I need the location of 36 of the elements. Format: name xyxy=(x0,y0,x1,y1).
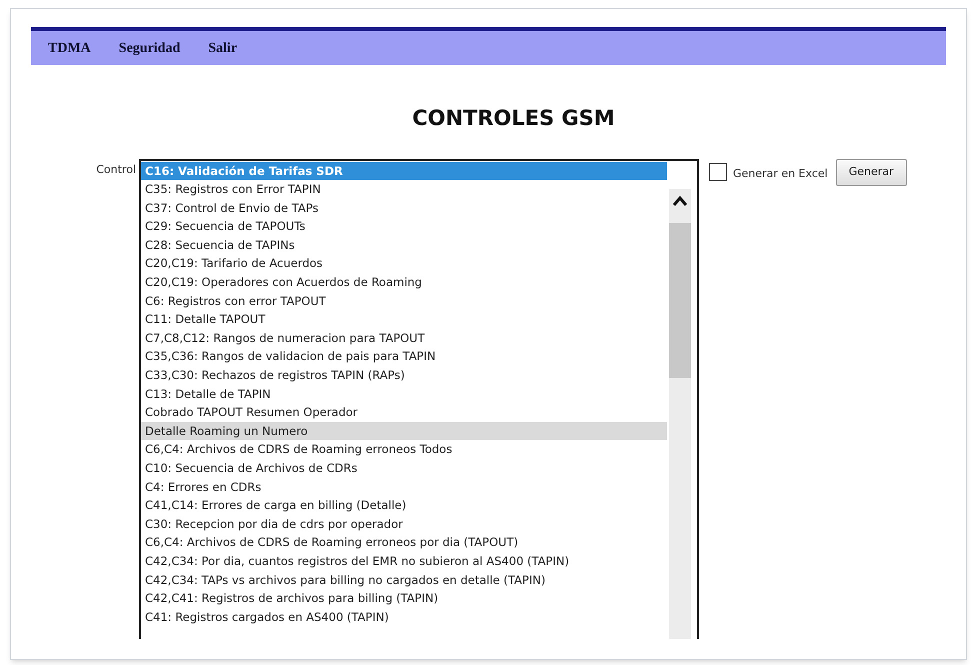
list-option[interactable]: C4: Errores en CDRs xyxy=(141,478,667,496)
list-option[interactable]: C28: Secuencia de TAPINs xyxy=(141,236,667,254)
list-option[interactable]: C42,C41: Registros de archivos para billing (TAPIN) xyxy=(141,589,667,608)
list-option[interactable]: C13: Detalle de TAPIN xyxy=(141,384,667,404)
generate-button[interactable]: Generar xyxy=(836,158,907,186)
excel-label: Generar en Excel xyxy=(733,166,828,182)
control-listbox[interactable] xyxy=(139,158,699,638)
list-option[interactable]: C6: Registros con error TAPOUT xyxy=(141,292,667,310)
list-option[interactable]: C11: Detalle TAPOUT xyxy=(141,310,667,329)
list-option[interactable]: C35,C36: Rangos de validacion de pais para TAPIN xyxy=(141,347,667,366)
list-option[interactable]: C7,C8,C12: Rangos de numeracion para TAPOUT xyxy=(141,328,667,348)
scroll-up-icon[interactable] xyxy=(672,194,688,206)
scrollbar[interactable] xyxy=(669,188,691,638)
list-option[interactable]: C29: Secuencia de TAPOUTs xyxy=(141,217,667,236)
menu-item[interactable]: Seguridad xyxy=(118,38,180,58)
list-option[interactable]: C35: Registros con Error TAPIN xyxy=(141,180,667,199)
list-option[interactable]: C37: Control de Envio de TAPs xyxy=(141,198,667,218)
list-option[interactable]: C30: Recepcion por dia de cdrs por operador xyxy=(141,514,667,534)
menu-item[interactable]: Salir xyxy=(208,38,238,58)
list-option[interactable]: Cobrado TAPOUT Resumen Operador xyxy=(141,403,667,422)
list-option[interactable]: C20,C19: Tarifario de Acuerdos xyxy=(141,254,667,274)
menu-item[interactable]: TDMA xyxy=(48,38,91,58)
list-option[interactable]: C6,C4: Archivos de CDRS de Roaming erroneos Todos xyxy=(141,440,667,459)
list-option[interactable]: C20,C19: Operadores con Acuerdos de Roaming xyxy=(141,273,667,292)
list-option[interactable]: C10: Secuencia de Archivos de CDRs xyxy=(141,459,667,478)
list-option[interactable]: C6,C4: Archivos de CDRS de Roaming erroneos por dia (TAPOUT) xyxy=(141,533,667,552)
list-option[interactable]: C42,C34: TAPs vs archivos para billing no cargados en detalle (TAPIN) xyxy=(141,570,667,590)
page-title: CONTROLES GSM xyxy=(411,105,616,132)
control-label: Control xyxy=(95,162,137,178)
list-option[interactable]: C41,C14: Errores de carga en billing (Detalle) xyxy=(141,496,667,515)
scrollbar-thumb[interactable] xyxy=(669,222,691,378)
list-option[interactable]: C41: Registros cargados en AS400 (TAPIN) xyxy=(141,608,667,626)
list-option[interactable]: C33,C30: Rechazos de registros TAPIN (RAPs) xyxy=(141,366,667,385)
list-option[interactable]: C42,C34: Por dia, cuantos registros del EMR no subieron al AS400 (TAPIN) xyxy=(141,552,667,571)
excel-checkbox[interactable] xyxy=(709,163,727,181)
list-option[interactable]: Detalle Roaming un Numero xyxy=(141,422,667,440)
